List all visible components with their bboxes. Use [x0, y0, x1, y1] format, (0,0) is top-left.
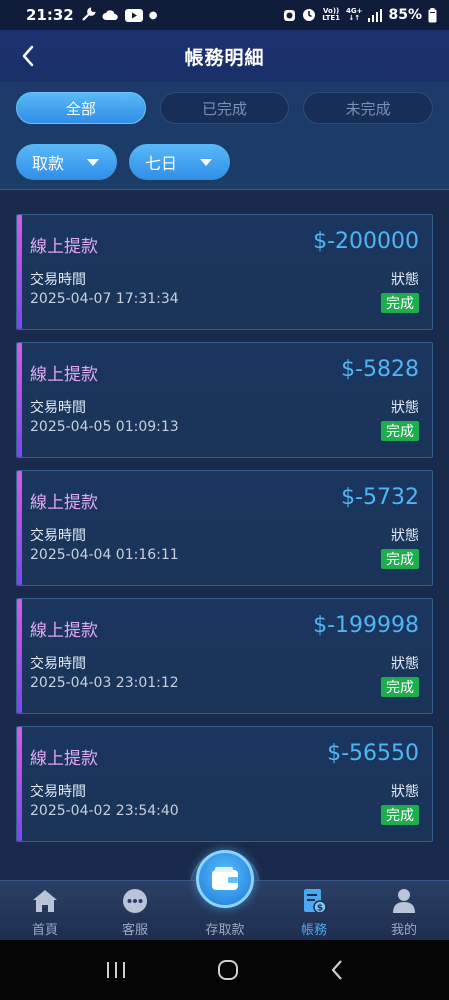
- system-nav-bar: [0, 940, 449, 1000]
- record-amount: $-200000: [313, 229, 419, 254]
- record-time: 2025-04-04 01:16:11: [30, 547, 179, 563]
- back-button[interactable]: [14, 42, 42, 70]
- nav-support-label: 客服: [121, 923, 148, 938]
- record-title: 線上提款: [30, 621, 98, 641]
- caret-down-icon: [200, 158, 212, 166]
- period-dropdown-label: 七日: [145, 154, 178, 173]
- data-indicator: 4G+ ↓↑: [346, 7, 363, 22]
- filter-dropdowns: 取款 七日: [16, 144, 230, 180]
- ledger-icon: $: [299, 886, 329, 916]
- status-badge: 完成: [381, 293, 419, 313]
- battery-percent: 85%: [388, 7, 422, 23]
- home-icon: [30, 886, 60, 916]
- record-time-label: 交易時間: [30, 400, 86, 416]
- card-accent-bar: [17, 215, 22, 329]
- nav-home-label: 首頁: [31, 923, 58, 938]
- record-time-label: 交易時間: [30, 784, 86, 800]
- page-title: 帳務明細: [184, 46, 265, 69]
- tab-completed[interactable]: 已完成: [159, 92, 290, 124]
- signal-icon: [368, 8, 383, 22]
- status-tabs: 全部 已完成 未完成: [16, 92, 434, 126]
- filter-area: 全部 已完成 未完成 取款 七日: [0, 82, 449, 190]
- battery-icon: [428, 7, 437, 22]
- youtube-icon: [124, 8, 143, 22]
- record-time-label: 交易時間: [30, 528, 86, 544]
- chevron-left-icon: [22, 45, 34, 67]
- nav-profile-label: 我的: [390, 923, 417, 938]
- record-amount: $-199998: [313, 613, 419, 638]
- record-amount: $-5828: [341, 357, 419, 382]
- chat-icon: [120, 886, 150, 916]
- record-time-label: 交易時間: [30, 272, 86, 288]
- status-left: 21:32 ●: [26, 6, 157, 24]
- record-list: 線上提款 $-200000 交易時間 2025-04-07 17:31:34 狀…: [16, 214, 433, 854]
- record-status-label: 狀態: [391, 400, 419, 416]
- back-nav-icon[interactable]: [330, 959, 344, 981]
- record-status-label: 狀態: [391, 784, 419, 800]
- card-accent-bar: [17, 727, 22, 841]
- status-badge: 完成: [381, 805, 419, 825]
- type-dropdown[interactable]: 取款: [16, 144, 117, 180]
- wrench-icon: [81, 7, 96, 21]
- nav-home[interactable]: 首頁: [0, 881, 90, 941]
- record-time: 2025-04-07 17:31:34: [30, 291, 179, 307]
- cloud-icon: [102, 10, 118, 20]
- nav-ledger-label: 帳務: [300, 923, 327, 938]
- record-status-label: 狀態: [391, 528, 419, 544]
- user-icon: [389, 886, 419, 916]
- record-title: 線上提款: [30, 237, 98, 257]
- tab-all[interactable]: 全部: [16, 92, 146, 124]
- record-title: 線上提款: [30, 749, 98, 769]
- network-text: LTE1: [322, 14, 340, 22]
- record-card[interactable]: 線上提款 $-5828 交易時間 2025-04-05 01:09:13 狀態 …: [16, 342, 433, 458]
- period-dropdown[interactable]: 七日: [129, 144, 230, 180]
- nav-ledger[interactable]: $ 帳務: [269, 881, 359, 941]
- record-amount: $-56550: [327, 741, 419, 766]
- record-card[interactable]: 線上提款 $-199998 交易時間 2025-04-03 23:01:12 狀…: [16, 598, 433, 714]
- app-header: 帳務明細: [0, 30, 449, 82]
- record-time: 2025-04-03 23:01:12: [30, 675, 179, 691]
- status-badge: 完成: [381, 549, 419, 569]
- deposit-withdraw-button[interactable]: [196, 850, 254, 908]
- dot-icon: ●: [148, 9, 158, 21]
- record-time: 2025-04-05 01:09:13: [30, 419, 179, 435]
- status-time: 21:32: [26, 6, 74, 24]
- record-time: 2025-04-02 23:54:40: [30, 803, 179, 819]
- volte-indicator: Vo)) LTE1: [322, 8, 340, 22]
- record-status-label: 狀態: [391, 272, 419, 288]
- record-amount: $-5732: [341, 485, 419, 510]
- alarm-icon: [284, 10, 296, 21]
- record-status-label: 狀態: [391, 656, 419, 672]
- status-right: Vo)) LTE1 4G+ ↓↑ 85%: [283, 7, 437, 23]
- record-time-label: 交易時間: [30, 656, 86, 672]
- tab-incomplete[interactable]: 未完成: [303, 92, 434, 124]
- card-accent-bar: [17, 599, 22, 713]
- type-dropdown-label: 取款: [32, 154, 65, 173]
- nav-support[interactable]: 客服: [90, 881, 180, 941]
- status-badge: 完成: [381, 421, 419, 441]
- card-accent-bar: [17, 343, 22, 457]
- nav-profile[interactable]: 我的: [359, 881, 449, 941]
- status-bar: 21:32 ● Vo)) LTE1 4G+ ↓↑ 85%: [0, 0, 449, 30]
- nav-deposit-withdraw-label: 存取款: [205, 923, 245, 938]
- wallet-icon: [212, 867, 238, 890]
- record-card[interactable]: 線上提款 $-56550 交易時間 2025-04-02 23:54:40 狀態…: [16, 726, 433, 842]
- card-accent-bar: [17, 471, 22, 585]
- status-badge: 完成: [381, 677, 419, 697]
- home-button-icon[interactable]: [217, 959, 239, 981]
- record-title: 線上提款: [30, 365, 98, 385]
- recent-apps-icon[interactable]: [105, 961, 127, 979]
- record-card[interactable]: 線上提款 $-200000 交易時間 2025-04-07 17:31:34 狀…: [16, 214, 433, 330]
- clock-icon: [303, 9, 316, 21]
- svg-text:$: $: [317, 904, 323, 914]
- record-card[interactable]: 線上提款 $-5732 交易時間 2025-04-04 01:16:11 狀態 …: [16, 470, 433, 586]
- record-title: 線上提款: [30, 493, 98, 513]
- signal-4g-text: 4G+: [346, 7, 363, 15]
- caret-down-icon: [87, 158, 99, 166]
